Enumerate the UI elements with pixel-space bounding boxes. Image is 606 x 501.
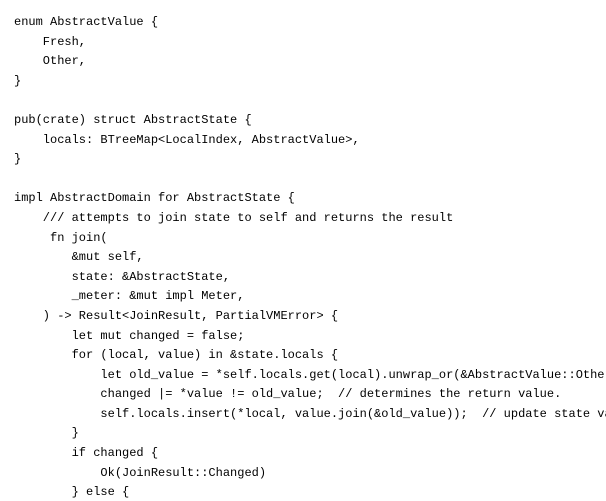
code-block: enum AbstractValue { Fresh, Other, } pub… bbox=[0, 0, 606, 501]
code-content: enum AbstractValue { Fresh, Other, } pub… bbox=[14, 15, 606, 501]
